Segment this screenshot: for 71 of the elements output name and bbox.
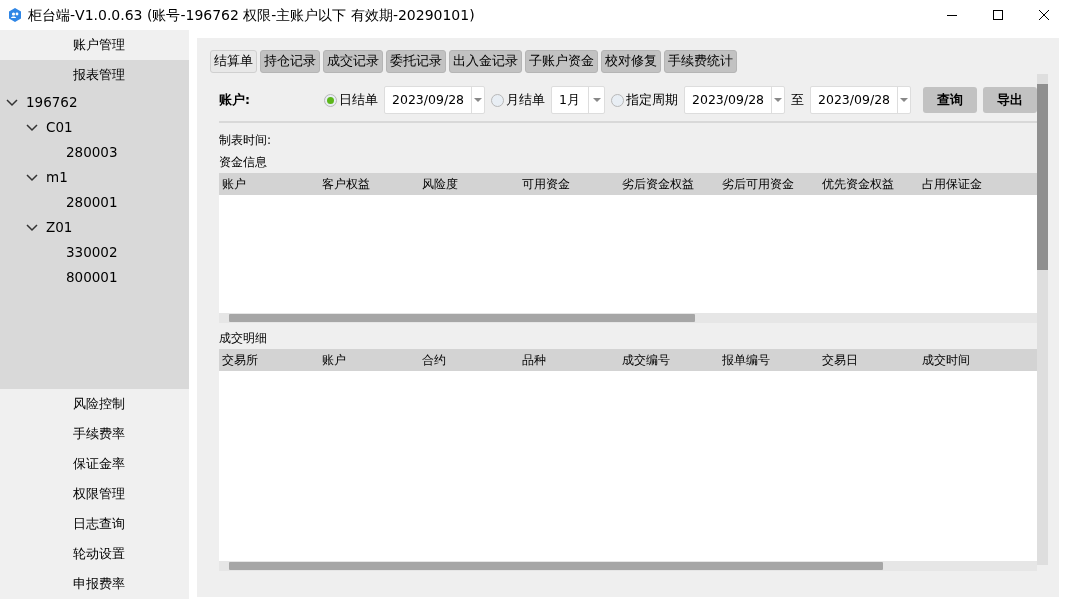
sidebar-item[interactable]: 手续费率 <box>0 419 189 449</box>
tab[interactable]: 结算单 <box>210 50 257 73</box>
tab[interactable]: 校对修复 <box>601 50 661 73</box>
tab[interactable]: 出入金记录 <box>449 50 522 73</box>
column-header: 品种 <box>521 352 547 369</box>
close-icon <box>1039 10 1049 20</box>
radio-option[interactable]: 日结单 <box>324 90 378 110</box>
date-picker[interactable]: 2023/09/28 <box>384 86 485 114</box>
app-icon <box>8 8 22 22</box>
tree-item[interactable]: 196762 <box>26 92 78 113</box>
column-header: 劣后资金权益 <box>621 176 695 193</box>
tab[interactable]: 手续费统计 <box>664 50 737 73</box>
sidebar-item[interactable]: 日志查询 <box>0 509 189 539</box>
dropdown-arrow-icon <box>474 98 482 102</box>
account-label: 账户: <box>219 90 251 109</box>
dropdown-arrow-icon <box>900 98 908 102</box>
column-header: 风险度 <box>421 176 459 193</box>
column-header: 交易日 <box>821 352 859 369</box>
report-time-label: 制表时间: <box>218 132 273 149</box>
column-header: 占用保证金 <box>921 176 983 193</box>
chevron-down-icon[interactable] <box>6 98 18 107</box>
sidebar-item[interactable]: 申报费率 <box>0 569 189 599</box>
sidebar-item[interactable]: 账户管理 <box>0 30 189 60</box>
column-header: 劣后可用资金 <box>721 176 795 193</box>
horizontal-scrollbar[interactable] <box>219 313 1037 323</box>
dropdown-arrow-icon <box>592 98 601 102</box>
minimize-icon <box>947 14 957 16</box>
sidebar-item[interactable]: 轮动设置 <box>0 539 189 569</box>
tree-item[interactable]: m1 <box>46 167 68 188</box>
export-button[interactable]: 导出 <box>983 87 1037 113</box>
month-dropdown[interactable]: 1月 <box>551 86 605 114</box>
vertical-scrollbar[interactable] <box>1037 74 1048 565</box>
column-header: 客户权益 <box>321 176 371 193</box>
date-picker[interactable]: 2023/09/28 <box>810 86 911 114</box>
column-header: 报单编号 <box>721 352 771 369</box>
column-header: 账户 <box>321 352 347 369</box>
chevron-down-icon[interactable] <box>26 123 38 132</box>
column-header: 成交编号 <box>621 352 671 369</box>
tree-item[interactable]: 280003 <box>66 142 118 163</box>
sidebar-item[interactable]: 保证金率 <box>0 449 189 479</box>
range-separator: 至 <box>791 90 804 109</box>
date-picker[interactable]: 2023/09/28 <box>684 86 785 114</box>
tab[interactable]: 持仓记录 <box>260 50 320 73</box>
column-header: 优先资金权益 <box>821 176 895 193</box>
tab[interactable]: 委托记录 <box>386 50 446 73</box>
radio-option[interactable]: 指定周期 <box>611 90 678 110</box>
tree-item[interactable]: 280001 <box>66 192 118 213</box>
dropdown-arrow-icon <box>774 98 782 102</box>
column-header: 成交时间 <box>921 352 971 369</box>
column-header: 可用资金 <box>521 176 571 193</box>
sidebar-item[interactable]: 报表管理 <box>0 60 189 90</box>
column-header: 账户 <box>221 176 247 193</box>
chevron-down-icon[interactable] <box>26 223 38 232</box>
sidebar-item[interactable]: 权限管理 <box>0 479 189 509</box>
tree-item[interactable]: Z01 <box>46 217 73 238</box>
section-title: 资金信息 <box>218 154 268 171</box>
window-title: 柜台端-V1.0.0.63 (账号-196762 权限-主账户以下 有效期-20290101) <box>28 5 475 25</box>
chevron-down-icon[interactable] <box>26 173 38 182</box>
tab[interactable]: 子账户资金 <box>525 50 598 73</box>
horizontal-scrollbar[interactable] <box>219 561 1037 571</box>
sidebar-item[interactable]: 风险控制 <box>0 389 189 419</box>
maximize-icon <box>993 10 1003 20</box>
radio-option[interactable]: 月结单 <box>491 90 545 110</box>
tree-item[interactable]: 800001 <box>66 267 118 288</box>
query-button[interactable]: 查询 <box>923 87 977 113</box>
section-title: 成交明细 <box>218 330 268 347</box>
tree-item[interactable]: C01 <box>46 117 73 138</box>
column-header: 交易所 <box>221 352 259 369</box>
tree-item[interactable]: 330002 <box>66 242 118 263</box>
tab[interactable]: 成交记录 <box>323 50 383 73</box>
column-header: 合约 <box>421 352 447 369</box>
